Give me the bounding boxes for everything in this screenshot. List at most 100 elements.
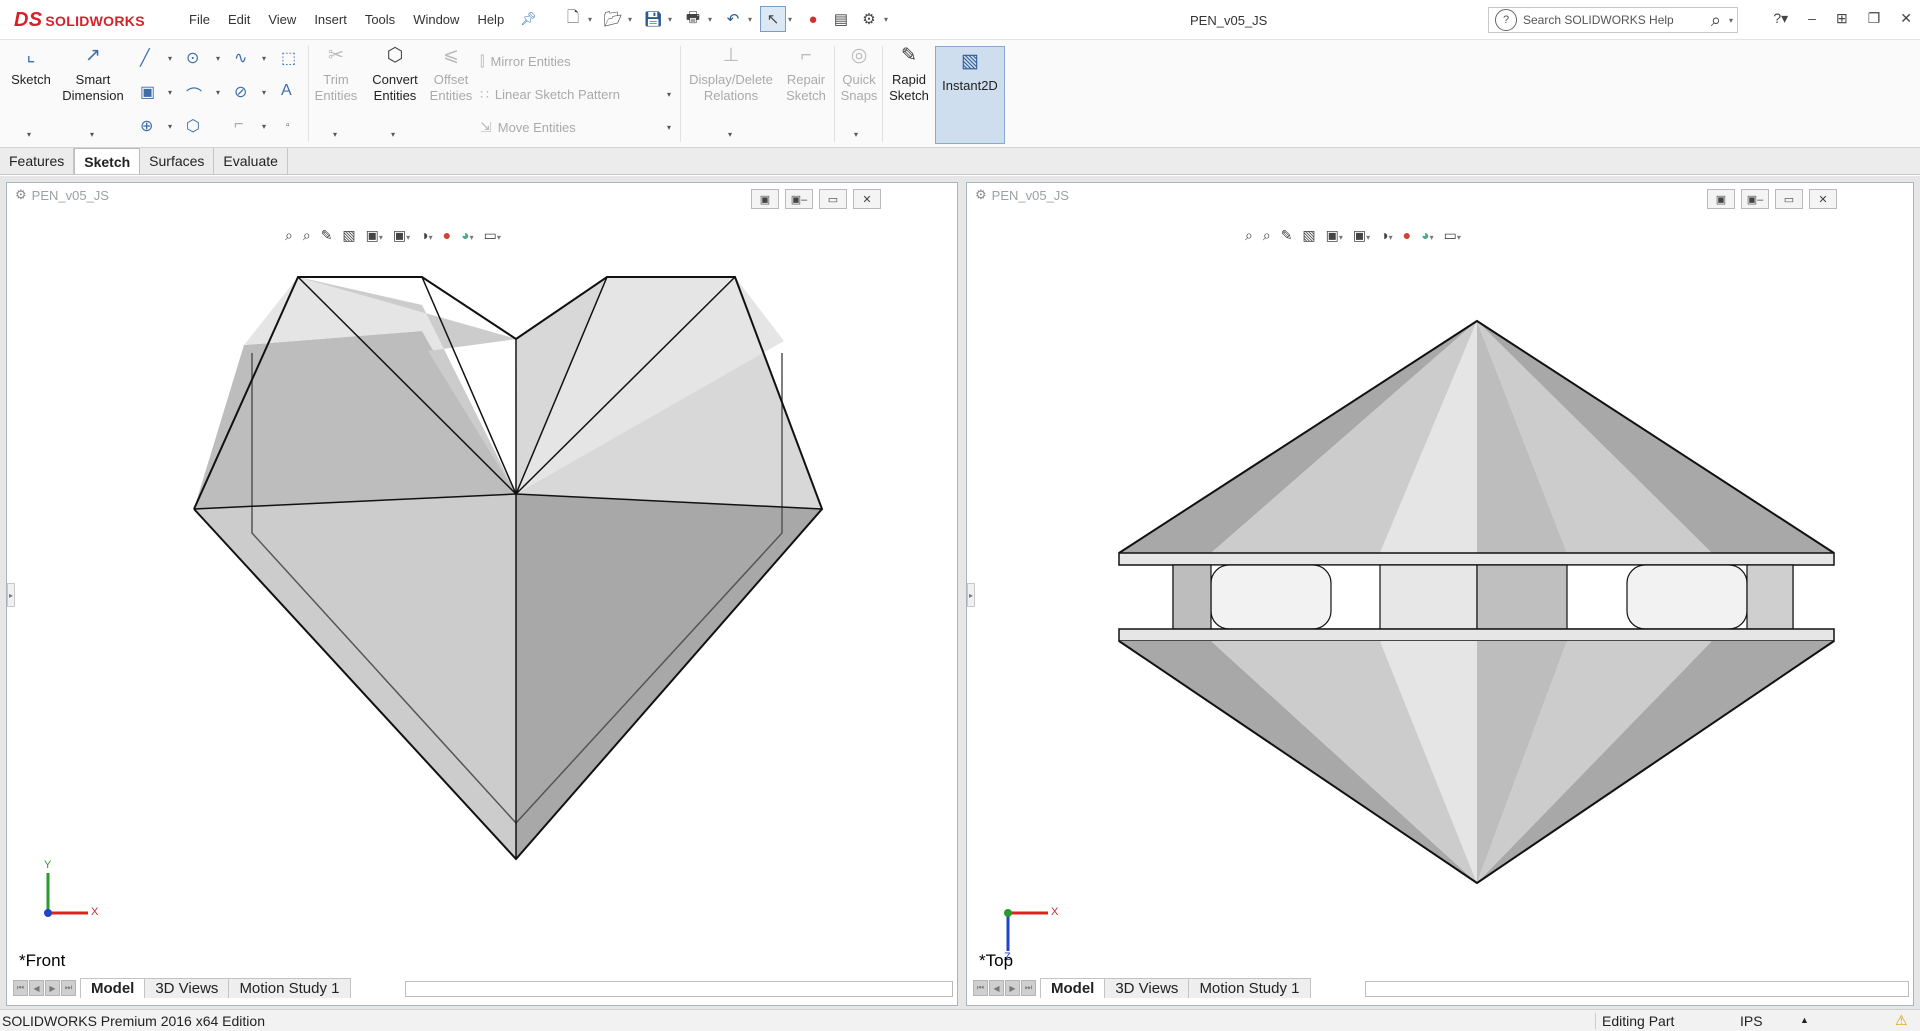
line-icon[interactable]: ╱ <box>140 48 150 68</box>
tab-motion-study[interactable]: Motion Study 1 <box>228 978 351 998</box>
fillet-icon[interactable]: ⌐ <box>234 116 243 134</box>
move-dropdown-icon[interactable]: ▾ <box>667 123 671 132</box>
slot-dropdown-icon[interactable]: ▾ <box>168 122 172 131</box>
smart-dimension-button[interactable]: ↗ Smart Dimension <box>58 46 128 104</box>
viewport-front[interactable]: ⚙ PEN_v05_JS ▣ ▣– ▭ ✕ ⌕ ⌕ ✎ ▧ ▣▾ ▣▾ ◑▾ ●… <box>6 182 958 1006</box>
tab-motion-study[interactable]: Motion Study 1 <box>1188 978 1311 998</box>
trim-entities-button[interactable]: ✂ Trim Entities <box>314 46 358 104</box>
fillet-dropdown-icon[interactable]: ▾ <box>262 122 266 131</box>
tab-3d-views[interactable]: 3D Views <box>1104 978 1190 998</box>
convert-dropdown-icon[interactable]: ▾ <box>391 130 395 139</box>
instant2d-label-group[interactable]: ▧ Instant2D <box>935 52 1005 94</box>
search-input[interactable]: Search SOLIDWORKS Help <box>1523 13 1711 27</box>
polygon-icon[interactable]: ⬡ <box>186 116 200 136</box>
print-icon[interactable]: 🖶 <box>680 6 706 32</box>
open-folder-icon[interactable]: 📂︎ <box>600 6 626 32</box>
pin-icon[interactable]: 📌︎ <box>520 11 537 27</box>
sketch-point-grid-icon[interactable]: ⬚ <box>281 48 296 68</box>
search-box[interactable]: ? Search SOLIDWORKS Help ⌕ ▾ <box>1488 7 1738 33</box>
next-tab-icon[interactable]: ▶ <box>1005 980 1020 996</box>
tab-evaluate[interactable]: Evaluate <box>214 148 288 174</box>
search-icon[interactable]: ⌕ <box>1711 10 1721 31</box>
first-tab-icon[interactable]: ⏮ <box>13 980 28 996</box>
quick-snaps-button[interactable]: ◎ Quick Snaps <box>836 46 882 104</box>
move-entities-button[interactable]: ⇲ Move Entities <box>480 119 576 136</box>
menu-view[interactable]: View <box>259 12 305 27</box>
quick-snaps-dropdown-icon[interactable]: ▾ <box>854 130 858 139</box>
rebuild-status-icon[interactable]: ⚠ <box>1895 1012 1908 1029</box>
last-tab-icon[interactable]: ⏭ <box>1021 980 1036 996</box>
arc-icon[interactable]: ⌒ <box>186 82 202 106</box>
help-question-icon[interactable]: ? <box>1495 9 1517 31</box>
solidworks-logo[interactable]: DS SOLIDWORKS <box>14 9 145 32</box>
units-dropdown-icon[interactable]: ▲ <box>1800 1015 1809 1025</box>
menu-insert[interactable]: Insert <box>305 12 356 27</box>
ellipse-dropdown-icon[interactable]: ▾ <box>262 88 266 97</box>
file-properties-icon[interactable]: ▤ <box>828 6 854 32</box>
repair-sketch-button[interactable]: ⌐ Repair Sketch <box>780 46 832 104</box>
search-dropdown-icon[interactable]: ▾ <box>1729 16 1733 25</box>
first-tab-icon[interactable]: ⏮ <box>973 980 988 996</box>
trim-dropdown-icon[interactable]: ▾ <box>333 130 337 139</box>
point-icon[interactable]: ▫ <box>286 120 290 131</box>
save-icon[interactable]: 💾︎ <box>640 6 666 32</box>
sketch-dropdown-icon[interactable]: ▾ <box>27 130 31 139</box>
menu-help[interactable]: Help <box>468 12 513 27</box>
prev-tab-icon[interactable]: ◀ <box>989 980 1004 996</box>
next-tab-icon[interactable]: ▶ <box>45 980 60 996</box>
print-dropdown-icon[interactable]: ▾ <box>708 15 718 24</box>
relations-dropdown-icon[interactable]: ▾ <box>728 130 732 139</box>
viewport-top[interactable]: ⚙ PEN_v05_JS ▣ ▣– ▭ ✕ ⌕ ⌕ ✎ ▧ ▣▾ ▣▾ ◑▾ ●… <box>966 182 1914 1006</box>
minimize-icon[interactable]: – <box>1808 10 1816 27</box>
menu-edit[interactable]: Edit <box>219 12 259 27</box>
tile-icon[interactable]: ⊞ <box>1836 10 1848 27</box>
pattern-dropdown-icon[interactable]: ▾ <box>667 90 671 99</box>
options-dropdown-icon[interactable]: ▾ <box>884 15 894 24</box>
tab-model[interactable]: Model <box>80 978 146 998</box>
sketch-button[interactable]: ⌞ Sketch <box>8 46 54 88</box>
display-delete-relations-button[interactable]: ⊥ Display/Delete Relations <box>686 46 776 104</box>
rebuild-traffic-light-icon[interactable]: ● <box>800 6 826 32</box>
close-icon[interactable]: ✕ <box>1900 10 1912 27</box>
tab-surfaces[interactable]: Surfaces <box>140 148 215 174</box>
select-pointer-icon[interactable]: ↖ <box>760 6 786 32</box>
convert-entities-button[interactable]: ⬡ Convert Entities <box>362 46 428 104</box>
undo-icon[interactable]: ↶ <box>720 6 746 32</box>
tab-model[interactable]: Model <box>1040 978 1106 998</box>
options-gear-icon[interactable]: ⚙ <box>856 6 882 32</box>
circle-dropdown-icon[interactable]: ▾ <box>216 54 220 63</box>
tab-sketch[interactable]: Sketch <box>74 148 141 174</box>
ellipse-icon[interactable]: ⊘ <box>234 82 247 102</box>
offset-entities-button[interactable]: ⩽ Offset Entities <box>425 46 477 104</box>
arc-dropdown-icon[interactable]: ▾ <box>216 88 220 97</box>
new-document-icon[interactable]: 🗋 <box>560 6 586 32</box>
spline-icon[interactable]: ∿ <box>234 48 247 68</box>
tab-3d-views[interactable]: 3D Views <box>144 978 230 998</box>
unit-system[interactable]: IPS <box>1740 1013 1763 1029</box>
spline-dropdown-icon[interactable]: ▾ <box>262 54 266 63</box>
menu-window[interactable]: Window <box>404 12 468 27</box>
horizontal-scrollbar[interactable] <box>1365 981 1909 997</box>
linear-sketch-pattern-button[interactable]: ∷ Linear Sketch Pattern <box>480 86 620 103</box>
rectangle-icon[interactable]: ▣ <box>140 82 155 102</box>
open-dropdown-icon[interactable]: ▾ <box>628 15 638 24</box>
mirror-entities-button[interactable]: ⫿ Mirror Entities <box>480 53 571 70</box>
tab-features[interactable]: Features <box>0 148 75 174</box>
restore-icon[interactable]: ❐ <box>1868 10 1881 27</box>
circle-icon[interactable]: ⊙ <box>186 48 199 68</box>
rapid-sketch-button[interactable]: ✎ Rapid Sketch <box>886 46 932 104</box>
slot-icon[interactable]: ⊕ <box>140 116 153 136</box>
text-icon[interactable]: A <box>281 82 292 100</box>
new-dropdown-icon[interactable]: ▾ <box>588 15 598 24</box>
menu-tools[interactable]: Tools <box>356 12 404 27</box>
save-dropdown-icon[interactable]: ▾ <box>668 15 678 24</box>
rectangle-dropdown-icon[interactable]: ▾ <box>168 88 172 97</box>
help-icon[interactable]: ?▾ <box>1773 10 1788 27</box>
last-tab-icon[interactable]: ⏭ <box>61 980 76 996</box>
menu-file[interactable]: File <box>180 12 219 27</box>
select-dropdown-icon[interactable]: ▾ <box>788 15 798 24</box>
line-dropdown-icon[interactable]: ▾ <box>168 54 172 63</box>
prev-tab-icon[interactable]: ◀ <box>29 980 44 996</box>
undo-dropdown-icon[interactable]: ▾ <box>748 15 758 24</box>
horizontal-scrollbar[interactable] <box>405 981 953 997</box>
